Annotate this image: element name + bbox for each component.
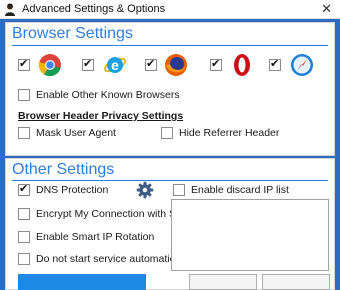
chrome-checkbox[interactable] (18, 57, 30, 71)
dns-protection-label: DNS Protection (36, 184, 109, 196)
secondary-button-1[interactable] (189, 274, 257, 290)
firefox-checkbox[interactable] (145, 57, 157, 71)
hide-referrer-label: Hide Referrer Header (179, 127, 280, 139)
no-autostart-checkbox[interactable] (18, 253, 30, 265)
section-divider (12, 180, 328, 181)
internet-explorer-checkbox[interactable] (82, 57, 94, 71)
enable-other-browsers-label: Enable Other Known Browsers (36, 89, 180, 101)
chrome-icon (38, 54, 61, 77)
close-button[interactable]: ✕ (321, 1, 332, 17)
encrypt-ssl-checkbox[interactable] (18, 208, 30, 220)
secondary-button-2[interactable] (262, 274, 330, 290)
opera-checkbox[interactable] (210, 57, 222, 71)
enable-other-browsers-checkbox[interactable] (18, 89, 30, 101)
internet-explorer-icon: e (103, 57, 127, 73)
other-settings-panel: Other Settings DNS Protection Enable dis… (5, 158, 335, 290)
app-avatar-icon (5, 3, 15, 16)
gear-icon[interactable] (136, 181, 154, 199)
mask-user-agent-label: Mask User Agent (36, 127, 116, 139)
dns-protection-checkbox[interactable] (18, 182, 30, 196)
browser-settings-panel: Browser Settings e Enable Other Known B (5, 22, 335, 156)
discard-ip-label: Enable discard IP list (191, 184, 289, 196)
safari-icon (291, 54, 313, 76)
smart-ip-rotation-checkbox[interactable] (18, 231, 30, 243)
discard-ip-list-textarea[interactable] (171, 199, 329, 271)
discard-ip-checkbox[interactable] (173, 184, 185, 196)
opera-icon (234, 54, 250, 76)
window-title: Advanced Settings & Options (22, 3, 166, 15)
firefox-icon (165, 54, 187, 76)
encrypt-ssl-label: Encrypt My Connection with SSL (36, 208, 189, 220)
safari-checkbox[interactable] (269, 57, 281, 71)
other-settings-title: Other Settings (12, 161, 115, 178)
svg-text:e: e (111, 57, 119, 73)
hide-referrer-checkbox[interactable] (161, 127, 173, 139)
mask-user-agent-checkbox[interactable] (18, 127, 30, 139)
title-bar: Advanced Settings & Options ✕ (0, 0, 340, 19)
privacy-settings-header: Browser Header Privacy Settings (18, 110, 184, 122)
browser-settings-title: Browser Settings (12, 25, 133, 42)
section-divider (12, 45, 328, 46)
no-autostart-label: Do not start service automatically (36, 253, 191, 265)
smart-ip-rotation-label: Enable Smart IP Rotation (36, 231, 155, 243)
primary-action-button[interactable] (18, 274, 146, 290)
